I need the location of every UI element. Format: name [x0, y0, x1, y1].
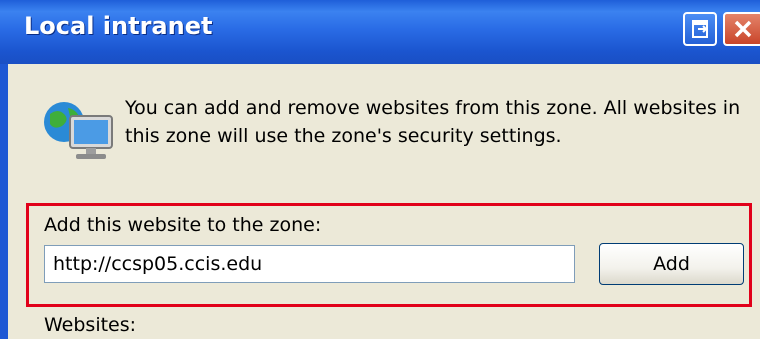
title-bar: Local intranet [0, 0, 760, 64]
websites-label: Websites: [44, 314, 137, 336]
local-intranet-dialog: Local intranet You can add and remove we… [0, 0, 760, 339]
help-icon [692, 20, 708, 38]
add-button[interactable]: Add [599, 243, 744, 285]
help-button[interactable] [683, 12, 717, 46]
close-button[interactable] [723, 12, 760, 46]
window-border [0, 64, 8, 339]
website-url-input[interactable] [44, 245, 575, 283]
globe-computer-icon [44, 102, 113, 159]
add-website-label: Add this website to the zone: [44, 214, 322, 236]
dialog-title: Local intranet [24, 12, 213, 40]
close-icon [734, 20, 752, 38]
zone-description: You can add and remove websites from thi… [125, 97, 741, 147]
